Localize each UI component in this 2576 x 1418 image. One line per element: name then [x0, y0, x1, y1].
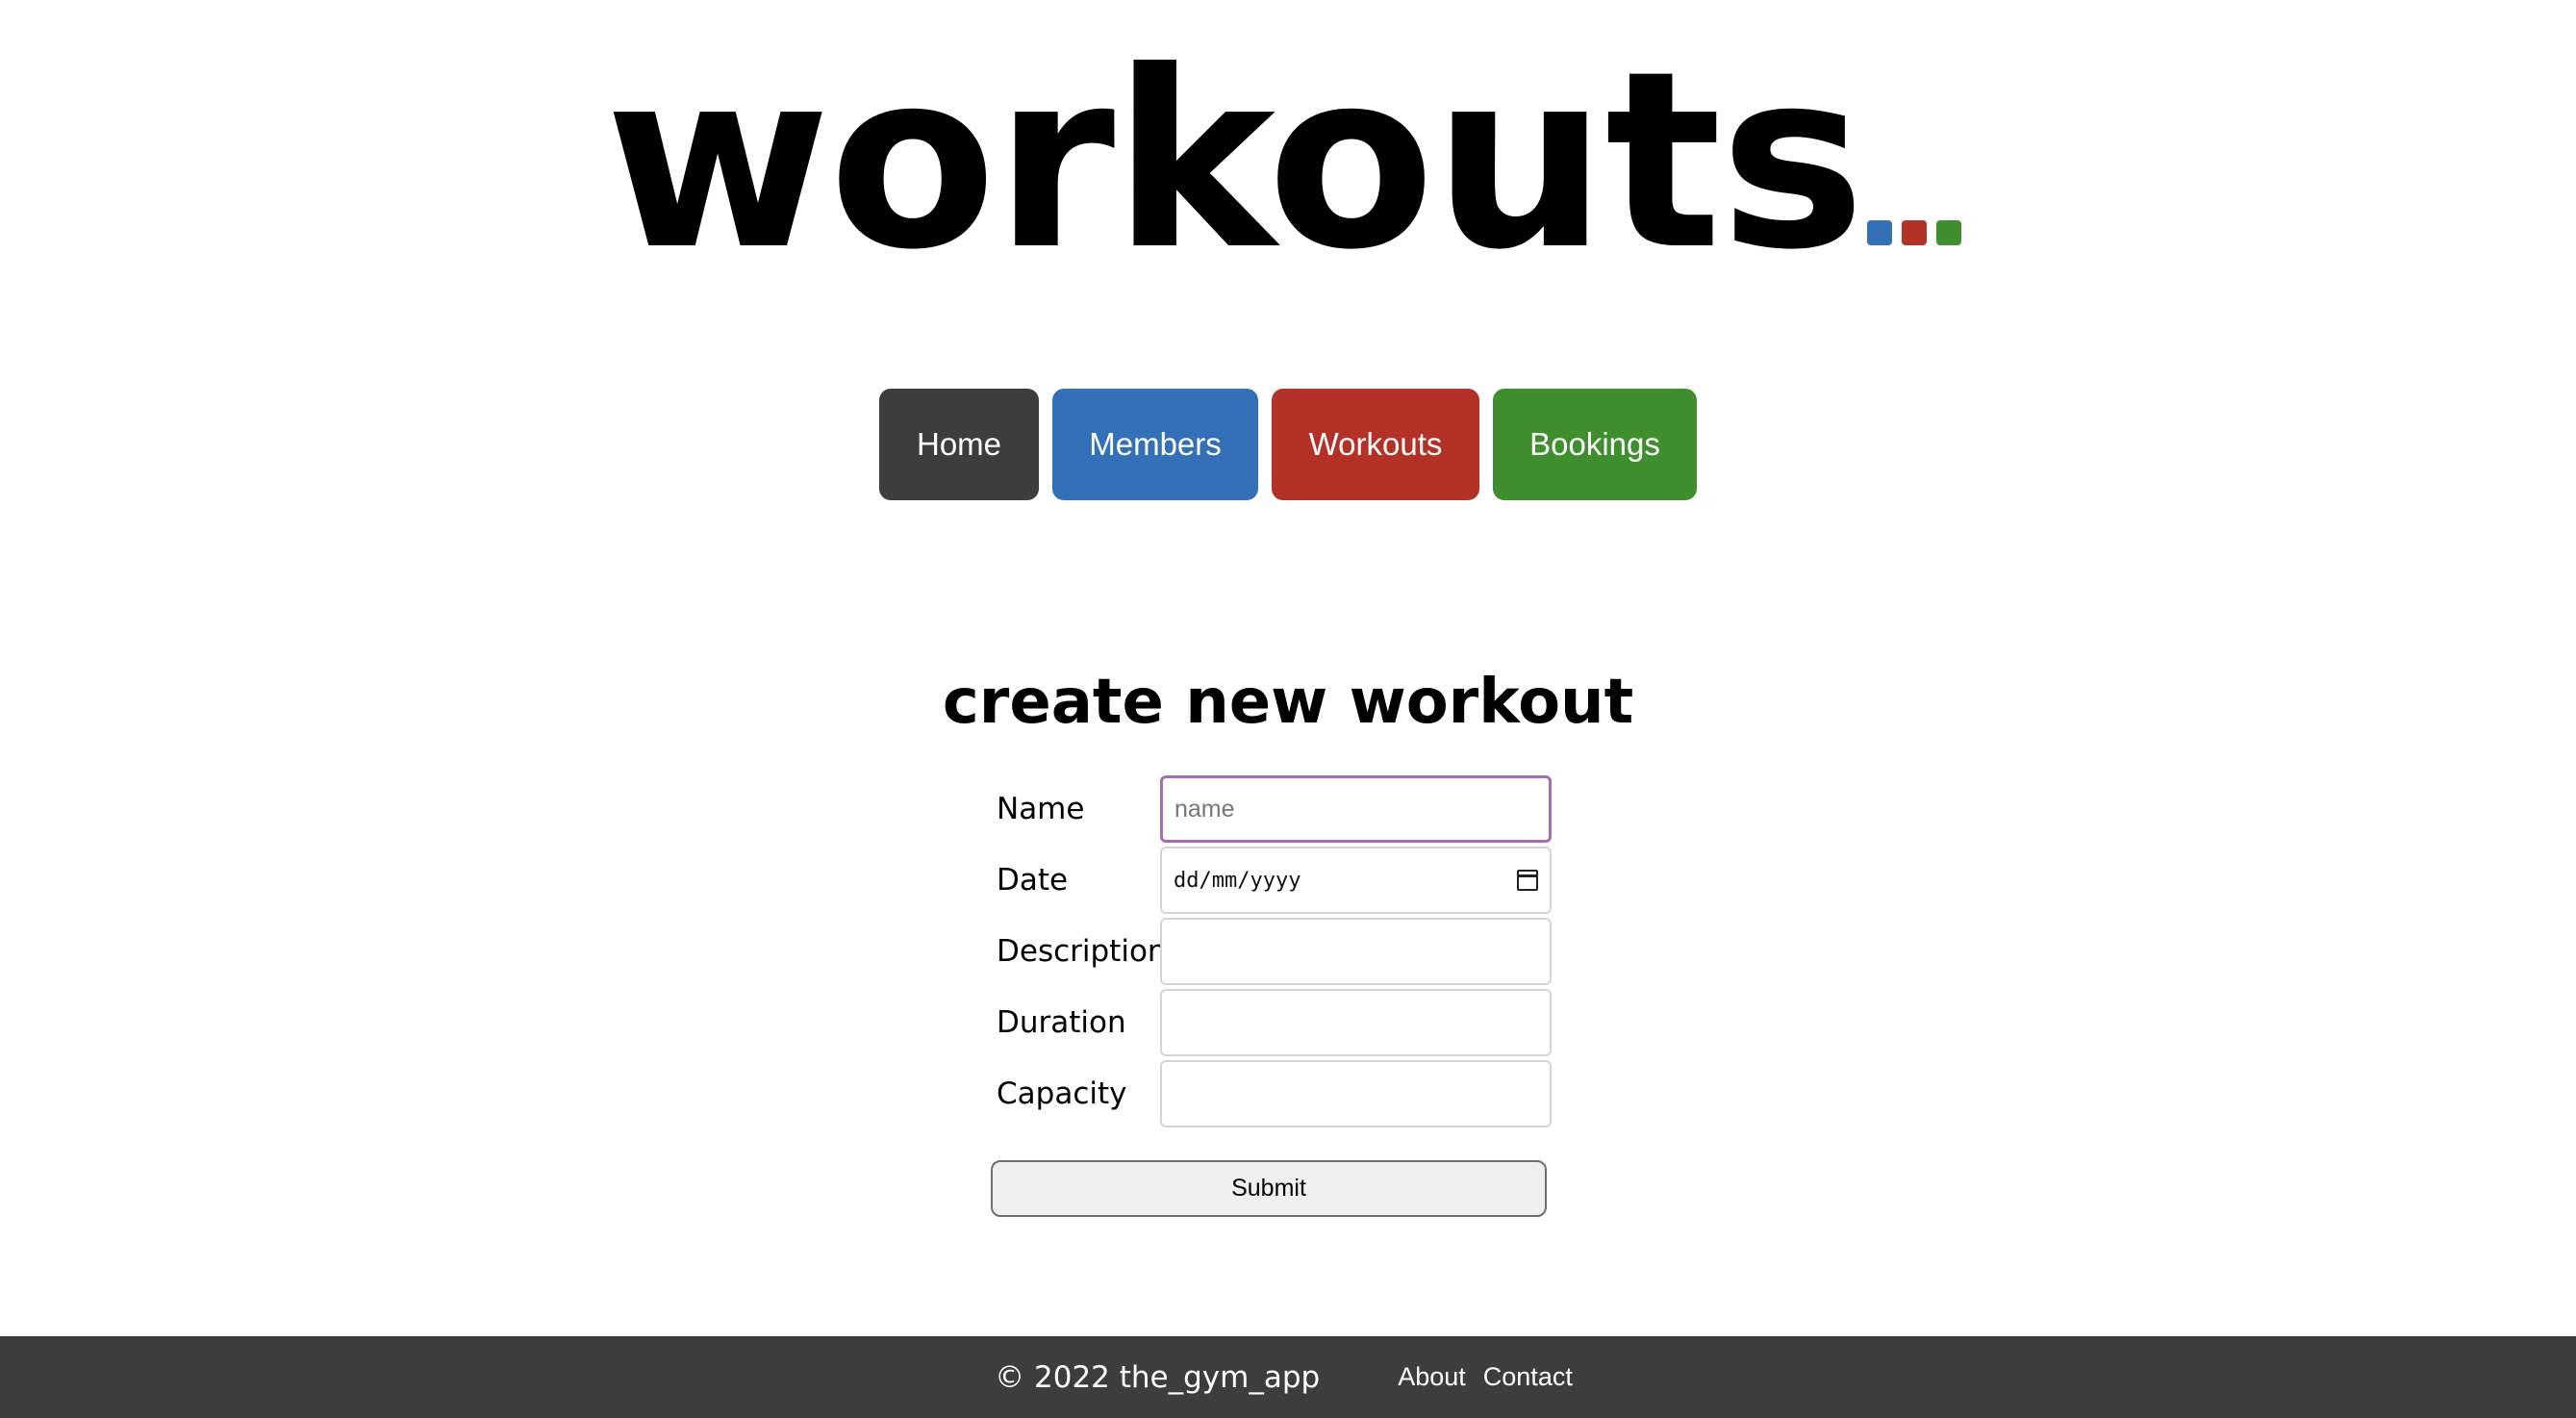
logo-dot-blue [1867, 220, 1893, 245]
footer: © 2022 the_gym_app About Contact [0, 1336, 2576, 1418]
duration-input[interactable] [1160, 989, 1552, 1056]
description-input[interactable] [1160, 918, 1552, 985]
name-label: Name [997, 792, 1085, 826]
logo-dot-red [1902, 220, 1928, 245]
footer-contact-link[interactable]: Contact [1483, 1362, 1573, 1392]
page: workouts Home Members Workouts Bookings … [0, 0, 2576, 1418]
main-nav: Home Members Workouts Bookings [0, 389, 2576, 500]
nav-home-button[interactable]: Home [879, 389, 1039, 500]
form-row-capacity: Capacity [991, 1060, 1553, 1127]
form-row-description: Description [991, 918, 1553, 985]
form-row-date: Date dd/mm/yyyy [991, 847, 1553, 914]
footer-copyright: © 2022 the_gym_app [995, 1359, 1321, 1395]
name-input[interactable]: name [1160, 775, 1552, 843]
nav-bookings-button[interactable]: Bookings [1493, 389, 1697, 500]
create-workout-form: Name name Date dd/mm/yyyy Description Du… [991, 775, 1553, 1131]
date-label: Date [997, 863, 1069, 898]
capacity-label: Capacity [997, 1076, 1127, 1111]
date-placeholder: dd/mm/yyyy [1174, 868, 1301, 893]
logo-dot-green [1936, 220, 1962, 245]
form-title: create new workout [942, 667, 1634, 738]
form-row-name: Name name [991, 775, 1553, 843]
nav-members-button[interactable]: Members [1052, 389, 1258, 500]
logo-text: workouts [604, 18, 1865, 303]
name-placeholder: name [1174, 795, 1235, 823]
footer-about-link[interactable]: About [1398, 1362, 1466, 1392]
date-input[interactable]: dd/mm/yyyy [1160, 847, 1552, 914]
duration-label: Duration [997, 1005, 1126, 1040]
submit-button[interactable]: Submit [991, 1160, 1547, 1217]
description-label: Description [997, 934, 1167, 969]
calendar-icon[interactable] [1517, 870, 1538, 891]
logo-area: workouts [0, 38, 2576, 289]
capacity-input[interactable] [1160, 1060, 1552, 1127]
logo-dots [1867, 220, 1971, 249]
logo[interactable]: workouts [605, 38, 1971, 283]
form-row-duration: Duration [991, 989, 1553, 1056]
nav-workouts-button[interactable]: Workouts [1272, 389, 1479, 500]
